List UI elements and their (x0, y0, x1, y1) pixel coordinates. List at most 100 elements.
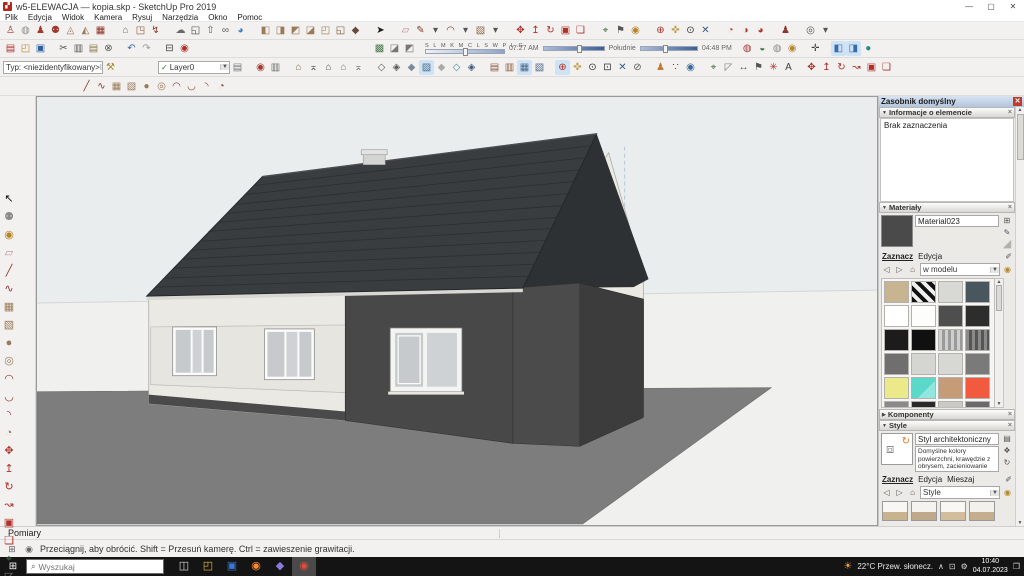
sketchup-taskbar-icon[interactable]: ◉ (292, 557, 316, 576)
materials-scrollbar[interactable]: ▲ ▼ (995, 278, 1004, 408)
menu-item[interactable]: Widok (57, 13, 89, 22)
scroll-down-icon[interactable]: ▼ (1018, 520, 1023, 526)
component-nav1-icon[interactable]: ▤ (487, 60, 502, 75)
back-arrow-icon[interactable]: ◁ (881, 487, 892, 498)
home-icon[interactable]: ⌂ (907, 487, 918, 498)
sandbox-drape-icon[interactable]: ◨ (273, 23, 288, 38)
layer-manager-icon[interactable]: ▤ (230, 60, 245, 75)
tab-zaznacz[interactable]: Zaznacz (882, 252, 913, 261)
view-right-house-icon[interactable]: ⌂ (336, 60, 351, 75)
three-point-arc-icon[interactable]: ◝ (199, 79, 214, 94)
shape-dropdown-icon[interactable]: ▾ (488, 23, 503, 38)
pan-icon[interactable]: ✜ (668, 23, 683, 38)
model-viewport[interactable] (36, 96, 878, 526)
style-hiddenline-icon[interactable]: ◈ (389, 60, 404, 75)
zoom-extents2-icon[interactable]: ✕ (615, 60, 630, 75)
axes2-icon[interactable]: ✳ (766, 60, 781, 75)
undo-icon[interactable]: ↶ (124, 41, 139, 56)
share-model-icon[interactable]: ◱ (188, 23, 203, 38)
material-swatch[interactable] (965, 305, 990, 327)
chimney[interactable] (363, 154, 385, 165)
menu-item[interactable]: Edycja (23, 13, 57, 22)
secondary-pane-icon[interactable]: ◢ (1003, 239, 1011, 249)
section-close-icon[interactable]: × (1008, 411, 1012, 418)
style-thumbnail[interactable] (940, 501, 966, 521)
taskbar-search[interactable]: ⌕ (26, 559, 164, 574)
menu-item[interactable]: Rysuj (127, 13, 157, 22)
material-swatch[interactable] (884, 305, 909, 327)
protractor-icon[interactable]: ◸ (721, 60, 736, 75)
pushpull2-icon[interactable]: ↥ (819, 60, 834, 75)
maximize-button[interactable]: ▢ (980, 0, 1002, 13)
model-info-icon[interactable]: ◉ (177, 41, 192, 56)
sandbox-flip-icon[interactable]: ◰ (318, 23, 333, 38)
material-swatch[interactable] (965, 377, 990, 399)
task-view-icon[interactable]: ◫ (172, 557, 196, 576)
rotate-tool-icon[interactable]: ↻ (0, 478, 18, 496)
combo-dropdown-icon[interactable]: ▼ (990, 267, 999, 273)
material-preview[interactable] (881, 215, 913, 247)
select-arrow-icon[interactable]: ➤ (373, 23, 388, 38)
collapse-arrow-icon[interactable]: ▼ (882, 205, 887, 211)
tray-chevron-icon[interactable]: ∧ (938, 562, 944, 571)
two-point-arc-icon[interactable]: ◡ (184, 79, 199, 94)
display-pane-icon[interactable]: ▤ (1002, 433, 1013, 444)
style-shaded-icon[interactable]: ◆ (404, 60, 419, 75)
styles-collection-combo[interactable]: Style ▼ (920, 486, 1000, 499)
model-box-icon[interactable]: ▥ (268, 60, 283, 75)
menu-item[interactable]: Okno (203, 13, 232, 22)
scale2-icon[interactable]: ▣ (864, 60, 879, 75)
forward-arrow-icon[interactable]: ▷ (894, 264, 905, 275)
component-box-icon[interactable]: ▦ (93, 23, 108, 38)
create-style-icon[interactable]: ❖ (1002, 445, 1013, 456)
tray-title-bar[interactable]: Zasobnik domyślny ✕ (879, 96, 1024, 107)
sandbox-stamp-icon[interactable]: ◧ (258, 23, 273, 38)
material-swatch[interactable] (884, 401, 909, 408)
sandbox-smoove-icon[interactable]: ◩ (288, 23, 303, 38)
material-swatch[interactable] (965, 353, 990, 375)
material-swatch[interactable] (911, 329, 936, 351)
sample-paint-icon[interactable]: ✐ (1005, 252, 1012, 261)
shape-tool-icon[interactable]: ▧ (473, 23, 488, 38)
polygon-tool-icon[interactable]: ◎ (154, 79, 169, 94)
start-button[interactable]: ⊞ (0, 561, 26, 572)
paint-tool-icon[interactable]: ◉ (0, 226, 18, 244)
style-textured-icon[interactable]: ▨ (419, 60, 434, 75)
open-icon[interactable]: ◰ (18, 41, 33, 56)
section-fill-icon[interactable]: ◕ (753, 23, 768, 38)
rotate-icon[interactable]: ↻ (543, 23, 558, 38)
zoom-extents-icon[interactable]: ✕ (698, 23, 713, 38)
material-swatch[interactable] (938, 305, 963, 327)
tray-display-icon[interactable]: ⊡ (949, 562, 956, 571)
purge-icon[interactable]: ↯ (148, 23, 163, 38)
pie-icon[interactable]: ◔ (0, 424, 18, 442)
redo-icon[interactable]: ↷ (139, 41, 154, 56)
pie-tool-icon[interactable]: ◔ (214, 79, 229, 94)
rotated-rectangle-tool-icon[interactable]: ▧ (124, 79, 139, 94)
sandbox-mesh-icon[interactable]: ◆ (348, 23, 363, 38)
tape-measure-icon[interactable]: ⌖ (598, 23, 613, 38)
tab-zaznacz[interactable]: Zaznacz (882, 475, 913, 484)
material-swatch[interactable] (938, 353, 963, 375)
material-swatch[interactable] (938, 401, 963, 408)
shadow-dome-icon[interactable]: ◍ (18, 23, 33, 38)
dimension-icon[interactable]: ↔ (736, 60, 751, 75)
paint-details-icon[interactable]: ◉ (1002, 264, 1013, 275)
material-swatch[interactable] (911, 281, 936, 303)
forward-arrow-icon[interactable]: ▷ (894, 487, 905, 498)
arc-dropdown-icon[interactable]: ▾ (458, 23, 473, 38)
material-swatch[interactable] (884, 329, 909, 351)
classification-type-combo[interactable]: Typ: <niezidentyfikowany> ▼ (3, 61, 103, 74)
material-swatch[interactable] (884, 377, 909, 399)
close-button[interactable]: ✕ (1002, 0, 1024, 13)
menu-item[interactable]: Kamera (89, 13, 127, 22)
two-people-icon[interactable]: ♟ (33, 23, 48, 38)
scrollbar-thumb[interactable] (996, 285, 1002, 311)
zoom-previous-icon[interactable]: ⊘ (630, 60, 645, 75)
scrollbar-thumb[interactable] (1017, 114, 1024, 160)
materials-header[interactable]: ▼ Materiały × (879, 202, 1015, 213)
material-swatch[interactable] (938, 329, 963, 351)
fog-edit-icon[interactable]: ◉ (785, 41, 800, 56)
freehand-icon[interactable]: ∿ (0, 280, 18, 298)
share-component-icon[interactable]: ∞ (218, 23, 233, 38)
